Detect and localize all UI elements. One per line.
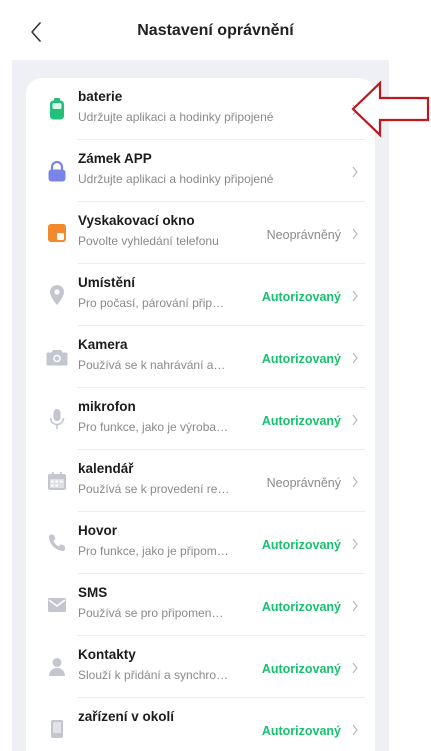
status-badge: Neoprávněný [266, 228, 341, 242]
permission-name: zařízení v okolí [78, 709, 175, 724]
permission-description: Povolte vyhledání telefonu [78, 234, 219, 248]
permission-name: Kontakty [78, 647, 136, 662]
chevron-right-icon [352, 166, 358, 178]
permission-row-app-lock[interactable]: Zámek APP Udržujte aplikaci a hodinky př… [26, 140, 375, 202]
permission-description: Používá se k nahrávání avatara [78, 358, 230, 372]
permission-description: Udržujte aplikaci a hodinky připojené [78, 172, 274, 186]
permission-row-nearby-devices[interactable]: zařízení v okolí Autorizovaný [26, 698, 375, 751]
chevron-right-icon [352, 290, 358, 302]
chevron-right-icon [352, 228, 358, 240]
permission-row-call[interactable]: Hovor Pro funkce, jako je připomenutí ho… [26, 512, 375, 574]
permission-row-contacts[interactable]: Kontakty Slouží k přidání a synchronizac… [26, 636, 375, 698]
content-area[interactable]: baterie Udržujte aplikaci a hodinky přip… [12, 60, 389, 751]
permission-description: Pro počasí, párování připojení hodinek [78, 296, 230, 310]
permission-description: Používá se k provedení rezervace [78, 482, 230, 496]
permission-name: Zámek APP [78, 151, 152, 166]
permission-name: kalendář [78, 461, 134, 476]
permission-name: Umístění [78, 275, 136, 290]
permission-description: Pro funkce, jako je připomenutí hovoru [78, 544, 230, 558]
chevron-right-icon [352, 414, 358, 426]
status-badge: Autorizovaný [261, 538, 341, 552]
permission-name: mikrofon [78, 399, 136, 414]
status-badge: Autorizovaný [261, 414, 341, 428]
permission-row-popup-window[interactable]: Vyskakovací okno Povolte vyhledání telef… [26, 202, 375, 264]
permission-row-battery[interactable]: baterie Udržujte aplikaci a hodinky přip… [26, 78, 375, 140]
status-badge: Autorizovaný [261, 662, 341, 676]
permission-name: baterie [78, 89, 123, 104]
permission-name: SMS [78, 585, 108, 600]
nearby-devices-icon [46, 717, 68, 741]
chevron-right-icon [352, 724, 358, 736]
chevron-right-icon [352, 476, 358, 488]
status-badge: Autorizovaný [261, 352, 341, 366]
location-icon [46, 283, 68, 307]
permission-description: Udržujte aplikaci a hodinky připojené [78, 110, 274, 124]
permission-row-sms[interactable]: SMS Používá se pro připomenutí zpráv Aut… [26, 574, 375, 636]
contacts-icon [46, 655, 68, 679]
chevron-right-icon [352, 352, 358, 364]
permission-row-calendar[interactable]: kalendář Používá se k provedení rezervac… [26, 450, 375, 512]
permission-description: Pro funkce, jako je výroba videa [78, 420, 230, 434]
permission-row-microphone[interactable]: mikrofon Pro funkce, jako je výroba vide… [26, 388, 375, 450]
permission-description: Slouží k přidání a synchronizaci kontakt… [78, 668, 230, 682]
lock-icon [46, 159, 68, 183]
status-badge: Neoprávněný [266, 476, 341, 490]
chevron-right-icon [352, 600, 358, 612]
camera-icon [46, 345, 68, 369]
permission-row-location[interactable]: Umístění Pro počasí, párování připojení … [26, 264, 375, 326]
status-badge: Autorizovaný [261, 600, 341, 614]
red-arrow-annotation [351, 80, 430, 138]
permission-row-camera[interactable]: Kamera Používá se k nahrávání avatara Au… [26, 326, 375, 388]
status-badge: Autorizovaný [261, 290, 341, 304]
permission-name: Kamera [78, 337, 128, 352]
top-bar: Nastavení oprávnění [0, 0, 431, 60]
phone-icon [46, 531, 68, 555]
sms-icon [46, 593, 68, 617]
page-title: Nastavení oprávnění [137, 22, 294, 39]
chevron-right-icon [352, 662, 358, 674]
popup-window-icon [46, 221, 68, 245]
permission-name: Hovor [78, 523, 118, 538]
microphone-icon [46, 407, 68, 431]
permission-list: baterie Udržujte aplikaci a hodinky přip… [26, 78, 375, 751]
calendar-icon [46, 469, 68, 493]
chevron-right-icon [352, 538, 358, 550]
battery-icon [46, 97, 68, 121]
permission-description: Používá se pro připomenutí zpráv [78, 606, 230, 620]
permission-name: Vyskakovací okno [78, 213, 195, 228]
status-badge: Autorizovaný [261, 724, 341, 738]
